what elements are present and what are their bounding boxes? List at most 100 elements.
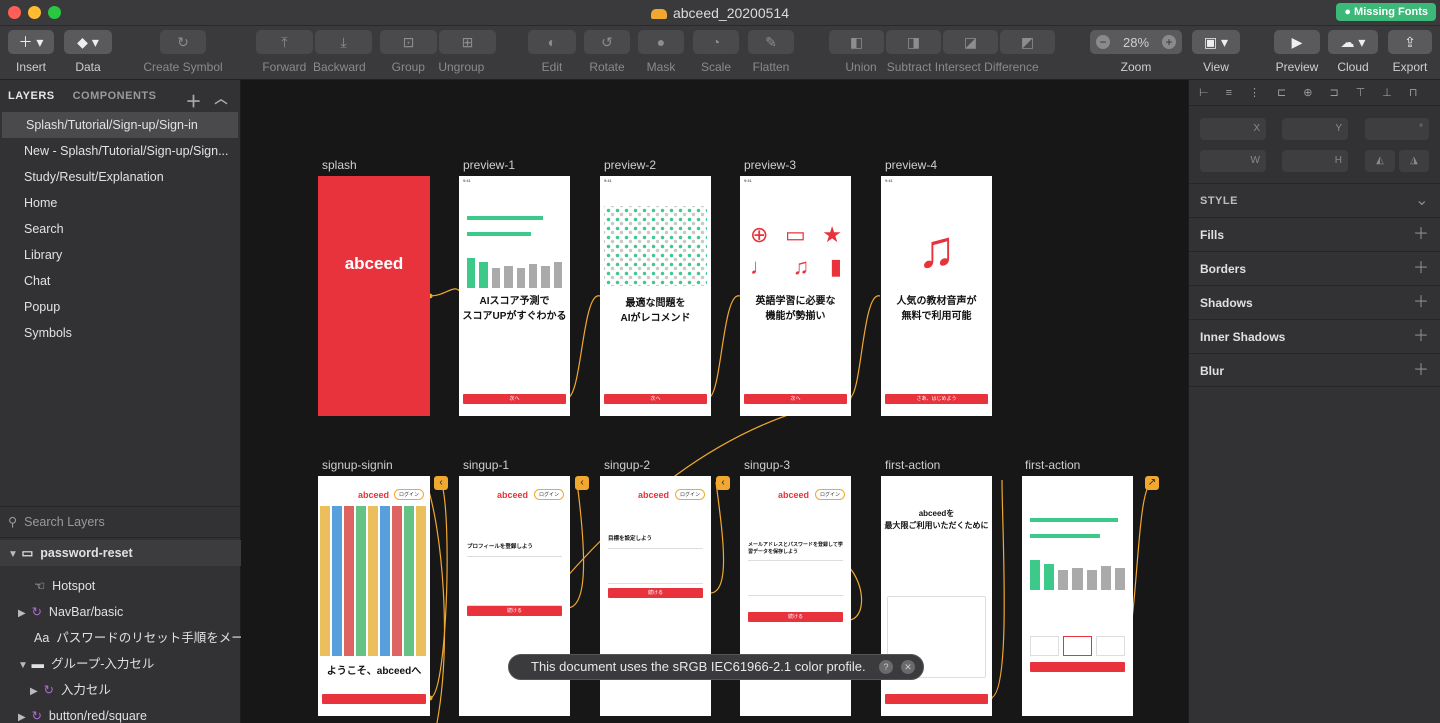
login-button[interactable]: ログイン (533, 489, 564, 500)
mask-tool[interactable]: ● Mask (638, 30, 684, 74)
x-field[interactable]: X (1200, 118, 1266, 140)
preview-tool[interactable]: ▶ Preview (1274, 30, 1320, 74)
style-section[interactable]: STYLE ⌄ (1189, 183, 1440, 217)
page-item[interactable]: Chat (0, 268, 240, 294)
export-tool[interactable]: ⇪ Export (1388, 30, 1432, 74)
help-icon[interactable]: ? (879, 660, 893, 674)
align-left-icon[interactable]: ⊢ (1199, 86, 1209, 99)
page-item[interactable]: Popup (0, 294, 240, 320)
create-symbol-tool[interactable]: ↻ Create Symbol (140, 30, 226, 74)
next-button[interactable]: 次へ (744, 394, 847, 404)
forward-icon[interactable]: ⤒ (256, 30, 313, 54)
continue-button[interactable]: 続ける (748, 612, 843, 622)
singup-2-artboard[interactable]: abceed ログイン 目標を設定しよう 続ける (600, 476, 711, 716)
start-using-button[interactable] (885, 694, 988, 704)
splash-artboard[interactable]: abceed (318, 176, 430, 416)
align-h-right-icon[interactable]: ⊐ (1329, 86, 1338, 99)
first-action-artboard[interactable]: abceedを 最大限ご利用いただくために (881, 476, 992, 716)
inner-shadows-section[interactable]: Inner Shadows ＋ (1189, 319, 1440, 353)
edit-tool[interactable]: ◐ Edit (528, 30, 576, 74)
back-hotspot-icon[interactable]: ‹ (716, 476, 730, 490)
add-inner-shadow-icon[interactable]: ＋ (1413, 320, 1429, 354)
rotation-field[interactable]: ° (1365, 118, 1429, 140)
add-page-icon[interactable]: ＋ (185, 88, 202, 112)
layer-row[interactable]: ▶ ↻ NavBar/basic (0, 599, 241, 625)
fills-section[interactable]: Fills ＋ (1189, 217, 1440, 251)
artboard-label[interactable]: first-action (1025, 458, 1080, 472)
form-fields[interactable] (467, 556, 562, 606)
blur-section[interactable]: Blur ＋ (1189, 353, 1440, 387)
preview-1-artboard[interactable]: 9:41 AIスコア予測で スコアUPがすぐわかる 次へ (459, 176, 570, 416)
insert-tool[interactable]: ＋ ▾ Insert (8, 30, 54, 74)
scale-tool[interactable]: ◔ Scale (693, 30, 739, 74)
add-border-icon[interactable]: ＋ (1413, 252, 1429, 286)
layer-row[interactable]: ▼ ▭ password-reset (0, 540, 241, 566)
flip-horizontal-icon[interactable]: ◭ (1365, 150, 1395, 172)
group-icon[interactable]: ⊡ (380, 30, 437, 54)
layer-row[interactable]: ▶ ↻ button/red/square (0, 703, 241, 723)
continue-button[interactable]: 続ける (608, 588, 703, 598)
layer-row[interactable]: ▶ ↻ 入力セル (0, 677, 241, 703)
login-button[interactable]: ログイン (393, 489, 424, 500)
singup-1-artboard[interactable]: abceed ログイン プロフィールを登録しよう 続ける (459, 476, 570, 716)
link-hotspot-icon[interactable]: ↗ (1145, 476, 1159, 490)
back-hotspot-icon[interactable]: ‹ (575, 476, 589, 490)
next-button[interactable]: 次へ (463, 394, 566, 404)
artboard-label[interactable]: singup-3 (744, 458, 790, 472)
add-fill-icon[interactable]: ＋ (1413, 218, 1429, 252)
layer-row[interactable]: Aa パスワードのリセット手順をメー... (0, 625, 241, 651)
artboard-label[interactable]: singup-1 (463, 458, 509, 472)
preview-4-artboard[interactable]: 9:41 ♫ 人気の教材音声が 無料で利用可能 さあ、はじめよう (881, 176, 992, 416)
first-action-2-artboard[interactable] (1022, 476, 1133, 716)
backward-icon[interactable]: ⤓ (315, 30, 372, 54)
page-item[interactable]: Library (0, 242, 240, 268)
login-button[interactable]: ログイン (814, 489, 845, 500)
form-fields[interactable] (748, 560, 843, 596)
align-h-center-icon[interactable]: ⊕ (1303, 86, 1312, 99)
close-icon[interactable]: ✕ (901, 660, 915, 674)
artboard-label[interactable]: singup-2 (604, 458, 650, 472)
add-shadow-icon[interactable]: ＋ (1413, 286, 1429, 320)
page-item[interactable]: New - Splash/Tutorial/Sign-up/Sign... (0, 138, 240, 164)
continue-button[interactable]: 続ける (467, 606, 562, 616)
align-center-icon[interactable]: ≡ (1226, 87, 1232, 99)
page-item[interactable]: Symbols (0, 320, 240, 346)
artboard-label[interactable]: preview-3 (744, 158, 796, 172)
page-item[interactable]: Home (0, 190, 240, 216)
back-hotspot-icon[interactable]: ‹ (434, 476, 448, 490)
chevron-up-icon[interactable]: ︿ (214, 88, 228, 107)
rotate-tool[interactable]: ↺ Rotate (584, 30, 630, 74)
align-middle-icon[interactable]: ⊥ (1382, 86, 1392, 99)
preview-2-artboard[interactable]: 9:41 最適な問題を AIがレコメンド 次へ (600, 176, 711, 416)
singup-3-artboard[interactable]: abceed ログイン メールアドレスとパスワードを登録して学習データを保存しよ… (740, 476, 851, 716)
artboard-label[interactable]: first-action (885, 458, 940, 472)
tab-layers[interactable]: LAYERS (8, 90, 55, 102)
align-h-left-icon[interactable]: ⊏ (1277, 86, 1286, 99)
align-top-icon[interactable]: ⊤ (1356, 86, 1366, 99)
missing-fonts-badge[interactable]: ● Missing Fonts (1336, 3, 1436, 21)
ungroup-icon[interactable]: ⊞ (439, 30, 496, 54)
signup-signin-artboard[interactable]: abceed ログイン ようこそ、abceedへ (318, 476, 430, 716)
distribute-icon[interactable]: ⋮ (1249, 86, 1260, 99)
intersect-icon[interactable]: ◪ (943, 30, 998, 54)
layer-row[interactable]: ▼ ▬ グループ-入力セル (0, 651, 241, 677)
start-free-button[interactable] (322, 694, 426, 704)
flatten-tool[interactable]: ✎ Flatten (748, 30, 794, 74)
artboard-label[interactable]: preview-4 (885, 158, 937, 172)
start-test-button[interactable] (1030, 662, 1125, 672)
artboard-label[interactable]: splash (322, 158, 357, 172)
artboard-label[interactable]: preview-1 (463, 158, 515, 172)
next-button[interactable]: 次へ (604, 394, 707, 404)
artboard-label[interactable]: signup-signin (322, 458, 393, 472)
flip-vertical-icon[interactable]: ◮ (1399, 150, 1429, 172)
test-options[interactable] (1030, 636, 1125, 656)
add-blur-icon[interactable]: ＋ (1413, 354, 1429, 388)
zoom-in-icon[interactable]: + (1162, 35, 1176, 49)
artboard-label[interactable]: preview-2 (604, 158, 656, 172)
start-button[interactable]: さあ、はじめよう (885, 394, 988, 404)
form-fields[interactable] (608, 548, 703, 584)
subtract-icon[interactable]: ◨ (886, 30, 941, 54)
difference-icon[interactable]: ◩ (1000, 30, 1055, 54)
y-field[interactable]: Y (1282, 118, 1348, 140)
page-item[interactable]: Splash/Tutorial/Sign-up/Sign-in (2, 112, 238, 138)
